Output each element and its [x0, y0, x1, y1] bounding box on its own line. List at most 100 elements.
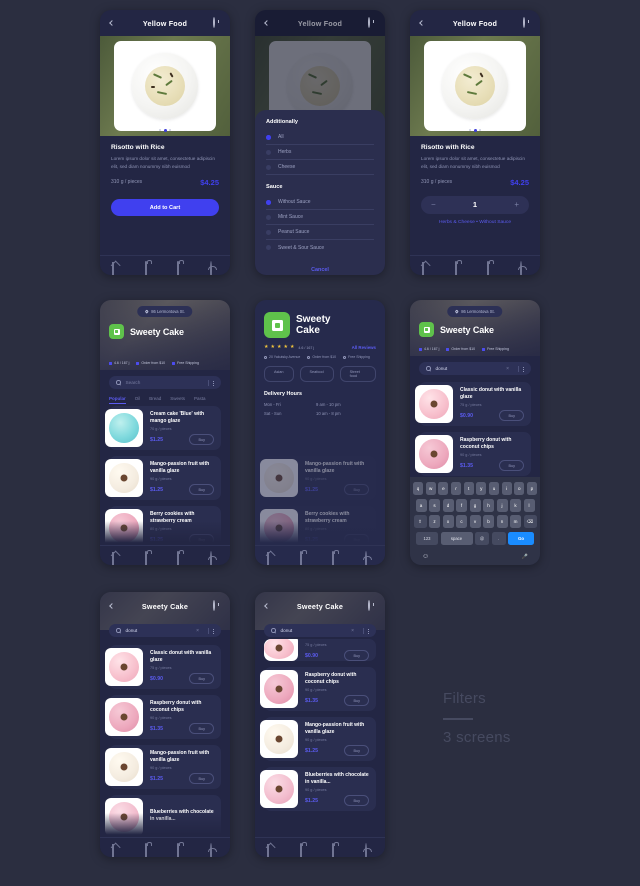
mic-icon[interactable]: 🎤 [522, 554, 528, 560]
tab-profile[interactable] [364, 550, 373, 565]
buy-button[interactable]: Buy [189, 723, 214, 735]
tab-profile[interactable] [519, 260, 528, 275]
carousel-dots[interactable] [410, 129, 540, 132]
list-item[interactable]: Blueberries with chocolate in vanilla... [105, 795, 221, 839]
tab-home[interactable] [112, 551, 120, 565]
tag-street-food[interactable]: Street food [339, 366, 376, 382]
buy-button[interactable]: Buy [189, 534, 214, 546]
list-item[interactable]: Mango-passion fruit with vanilla glaze 9… [105, 745, 221, 789]
tab-home[interactable] [267, 551, 275, 565]
search-bar[interactable]: donut × [264, 624, 376, 637]
key-s[interactable]: s [429, 498, 440, 512]
option-row[interactable]: Mint Sauce [266, 210, 374, 225]
tag-asian[interactable]: Asian [264, 366, 294, 382]
tab-home[interactable] [112, 843, 120, 857]
back-button[interactable] [262, 18, 272, 28]
tab-profile[interactable] [209, 260, 218, 275]
key-z[interactable]: z [429, 515, 440, 528]
tab-cart[interactable] [177, 842, 185, 857]
list-item[interactable]: Mango-passion fruit with vanilla glaze 9… [105, 456, 221, 500]
list-item-partial[interactable]: 75 g / pieces $0.90 Buy [264, 639, 376, 661]
space-key[interactable]: space [440, 531, 473, 545]
history-button[interactable] [213, 600, 223, 611]
option-row[interactable]: Herbs [266, 145, 374, 160]
list-item[interactable]: Raspberry donut with coconut chips 90 g … [260, 667, 376, 711]
search-input[interactable]: donut [281, 628, 347, 633]
list-item[interactable]: Mango-passion fruit with vanilla glaze 9… [260, 717, 376, 761]
tab-orders[interactable] [144, 550, 153, 565]
tab-oil[interactable]: Oil [135, 396, 141, 401]
back-button[interactable] [107, 18, 117, 28]
key-r[interactable]: r [450, 482, 462, 495]
buy-button[interactable]: Buy [344, 534, 369, 546]
key-g[interactable]: g [469, 498, 481, 512]
key-k[interactable]: k [510, 498, 521, 512]
dot-active[interactable] [163, 129, 167, 132]
tab-orders[interactable] [144, 260, 153, 275]
key-p[interactable]: p [526, 482, 538, 495]
tab-cart[interactable] [177, 550, 185, 565]
back-button[interactable] [107, 601, 117, 611]
all-reviews-link[interactable]: All Reviews [352, 345, 376, 350]
selected-options-link[interactable]: Herbs & Cheese • Without Sauce [421, 220, 529, 225]
search-input[interactable]: Search [126, 380, 204, 385]
key-x[interactable]: x [442, 515, 454, 528]
tab-orders[interactable] [299, 842, 308, 857]
key-a[interactable]: a [415, 498, 427, 512]
key-m[interactable]: m [510, 515, 521, 528]
tab-home[interactable] [112, 261, 120, 275]
option-row[interactable]: Peanut Sauce [266, 225, 374, 240]
tab-orders[interactable] [144, 842, 153, 857]
filter-icon[interactable] [518, 365, 524, 372]
cancel-button[interactable]: Cancel [266, 267, 374, 273]
clear-search-button[interactable]: × [351, 628, 358, 634]
buy-button[interactable]: Buy [189, 673, 214, 685]
buy-button[interactable]: Buy [344, 745, 369, 757]
key-v[interactable]: v [469, 515, 481, 528]
filter-icon[interactable] [208, 627, 214, 634]
location-badge[interactable]: 86 Lermontova St. [137, 306, 193, 317]
key-i[interactable]: i [501, 482, 512, 495]
clear-search-button[interactable]: × [506, 366, 513, 372]
key-o[interactable]: o [514, 482, 525, 495]
list-item[interactable]: Classic donut with vanilla glaze 75 g / … [415, 382, 531, 426]
tab-popular[interactable]: Popular [109, 396, 126, 404]
dot[interactable] [479, 129, 481, 131]
key-h[interactable]: h [483, 498, 494, 512]
tab-profile[interactable] [209, 842, 218, 857]
buy-button[interactable]: Buy [344, 695, 369, 707]
backspace-key[interactable]: ⌫ [523, 515, 537, 528]
tab-cart[interactable] [332, 842, 340, 857]
filter-icon[interactable] [363, 627, 369, 634]
list-item[interactable]: Mango-passion fruit with vanilla glaze 9… [260, 456, 376, 500]
tab-home[interactable] [267, 843, 275, 857]
key-n[interactable]: n [496, 515, 508, 528]
tab-cart[interactable] [487, 260, 495, 275]
tab-profile[interactable] [364, 842, 373, 857]
search-input[interactable]: donut [436, 366, 502, 371]
dot-key[interactable]: . [491, 531, 506, 545]
key-j[interactable]: j [496, 498, 508, 512]
key-e[interactable]: e [438, 482, 449, 495]
shift-key[interactable]: ⇧ [413, 515, 427, 528]
tab-pasta[interactable]: Pasta [194, 396, 206, 401]
key-q[interactable]: q [412, 482, 424, 495]
at-key[interactable]: @ [475, 531, 489, 545]
key-d[interactable]: d [442, 498, 454, 512]
buy-button[interactable]: Buy [499, 460, 524, 472]
numbers-key[interactable]: 123 [416, 531, 438, 545]
key-b[interactable]: b [483, 515, 494, 528]
list-item[interactable]: Classic donut with vanilla glaze 75 g / … [105, 645, 221, 689]
list-item[interactable]: Raspberry donut with coconut chips 90 g … [415, 432, 531, 476]
quantity-stepper[interactable]: − 1 + [421, 195, 529, 214]
buy-button[interactable]: Buy [499, 410, 524, 422]
add-to-cart-button[interactable]: Add to Cart [111, 199, 219, 216]
history-button[interactable] [523, 17, 533, 28]
product-image-carousel[interactable] [100, 36, 230, 136]
emoji-icon[interactable]: ☺ [422, 553, 429, 560]
carousel-dots[interactable] [100, 129, 230, 132]
list-item[interactable]: Raspberry donut with coconut chips 90 g … [105, 695, 221, 739]
dot[interactable] [159, 129, 161, 131]
go-key[interactable]: Go [508, 531, 534, 545]
filter-icon[interactable] [208, 379, 214, 386]
